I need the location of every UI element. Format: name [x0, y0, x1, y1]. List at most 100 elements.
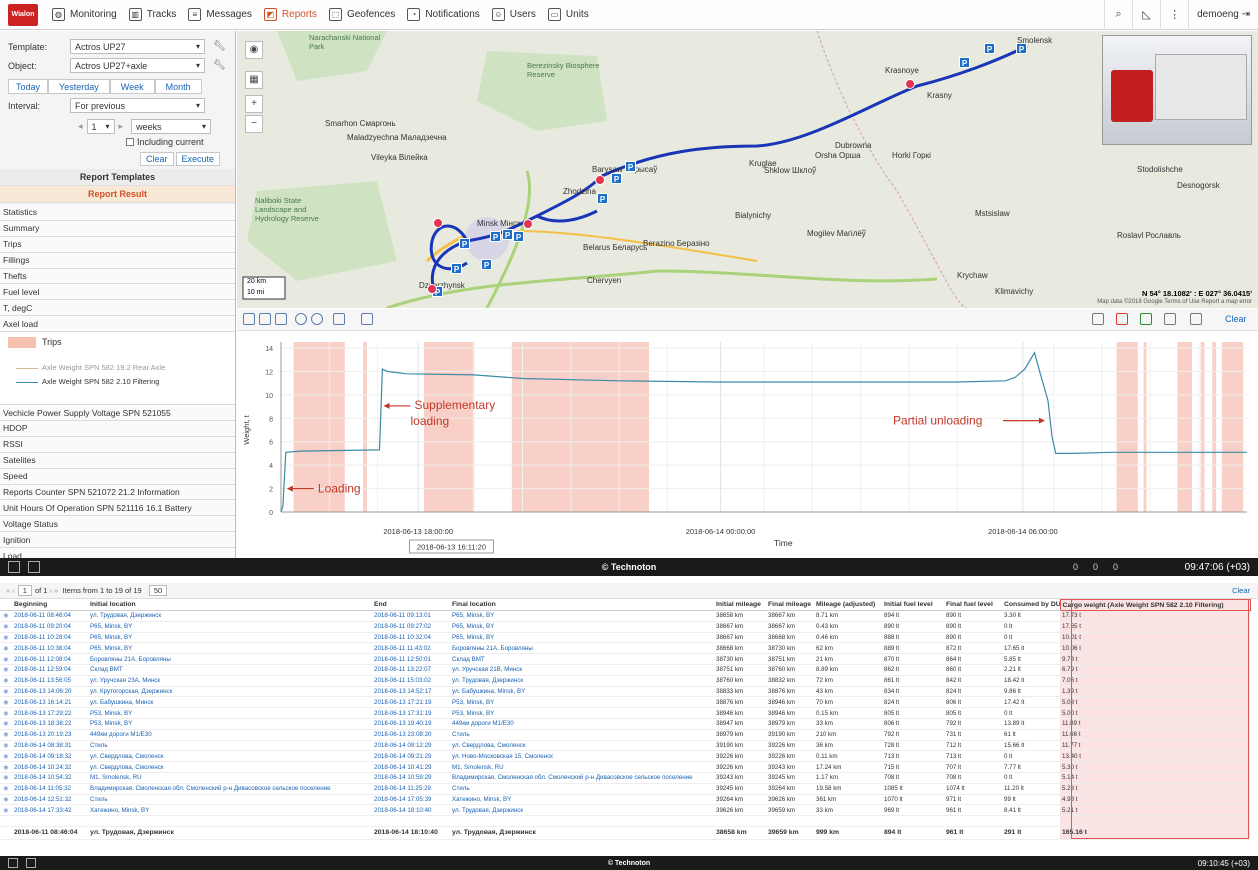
column-header[interactable]: Beginning	[12, 599, 88, 611]
eye-icon[interactable]: ◉	[0, 707, 12, 719]
table-cell[interactable]: P53, Minsk, BY	[88, 707, 372, 719]
table-cell[interactable]: 449км дороги М1/E30	[450, 718, 714, 730]
map-view[interactable]: Narachanski National Park Berezinsky Bios…	[237, 31, 1258, 308]
table-cell[interactable]: P65, Minsk, BY	[450, 621, 714, 633]
result-item[interactable]: Voltage Status	[0, 516, 235, 533]
table-cell[interactable]: ул. Ново-Московская 15, Смоленск	[450, 750, 714, 763]
result-item[interactable]: Reports Counter SPN 521072 21.2 Informat…	[0, 484, 235, 501]
table-cell[interactable]: 2018-06-11 13:22:07	[372, 664, 450, 676]
table-row[interactable]: ◉ 2018-06-11 13:56:05 ул. Уручская 23A, Ми…	[0, 675, 1250, 687]
tab-tracks[interactable]: ▥ Tracks	[123, 0, 183, 30]
chart-settings-icon[interactable]	[361, 313, 373, 325]
unit-select[interactable]: weeks	[131, 119, 212, 134]
result-item[interactable]: Ignition	[0, 532, 235, 549]
zoom-in-button[interactable]: +	[245, 95, 263, 113]
tab-geofences[interactable]: ⬚ Geofences	[323, 0, 401, 30]
table-cell[interactable]: ул. Трудовая, Дзержинск	[450, 804, 714, 817]
tab-reports[interactable]: ◩ Reports	[258, 0, 323, 30]
table-cell[interactable]: 2018-06-11 12:59:04	[12, 664, 88, 676]
table-cell[interactable]: 2018-06-14 10:24:32	[12, 761, 88, 773]
table-cell[interactable]: 2018-06-13 17:21:19	[372, 696, 450, 709]
clear-button[interactable]: Clear	[140, 152, 174, 166]
result-item[interactable]: RSSI	[0, 436, 235, 453]
table-cell[interactable]: Хатежино, Minsk, BY	[88, 804, 372, 817]
week-button[interactable]: Week	[109, 79, 155, 94]
table-cell[interactable]: 2018-06-13 18:38:22	[12, 718, 88, 730]
stop-marker[interactable]	[427, 284, 437, 294]
count-input[interactable]: 1	[86, 119, 115, 134]
pdf-icon[interactable]	[1116, 313, 1128, 325]
chart-icon[interactable]: ◺	[1132, 0, 1160, 30]
table-row[interactable]: ◉ 2018-06-14 08:38:31 Стиль 2018-06-14 09:1…	[0, 740, 1250, 752]
parking-marker[interactable]: P	[490, 231, 501, 242]
wrench-icon[interactable]: 🔧︎	[213, 41, 226, 52]
user-menu[interactable]: demoeng ⇥	[1188, 0, 1258, 30]
table-cell[interactable]: 2018-06-14 08:38:31	[12, 740, 88, 752]
eye-icon[interactable]: ◉	[0, 621, 12, 633]
result-item[interactable]: Summary	[0, 220, 235, 237]
table-cell[interactable]: Владимирская, Смоленская обл. Смоленский…	[88, 783, 372, 795]
eye-icon[interactable]: ◉	[0, 675, 12, 687]
zoom-out-button[interactable]: −	[245, 115, 263, 133]
status-counter[interactable]: 0	[1073, 562, 1078, 572]
eye-icon[interactable]: ◉	[0, 642, 12, 655]
table-cell[interactable]: Хатежино, Minsk, BY	[450, 794, 714, 806]
table-cell[interactable]: ул. Бабушкина, Minsk, BY	[450, 686, 714, 698]
table-row[interactable]: ◉ 2018-06-13 17:29:22 P53, Minsk, BY 2018-0…	[0, 707, 1250, 719]
series1-legend-label[interactable]: Axle Weight SPN 582 19.2 Rear Axle	[42, 363, 165, 372]
result-item[interactable]: Satelites	[0, 452, 235, 469]
result-item[interactable]: Trips	[0, 236, 235, 253]
stop-marker[interactable]	[905, 79, 915, 89]
table-cell[interactable]: 2018-06-11 12:50:01	[372, 653, 450, 665]
page-input[interactable]: 1	[17, 585, 32, 596]
per-page-select[interactable]: 50	[148, 585, 168, 596]
table-cell[interactable]: 2018-06-11 15:03:02	[372, 675, 450, 687]
print-icon[interactable]	[1190, 313, 1202, 325]
table-cell[interactable]: Стиль	[88, 794, 372, 806]
table-cell[interactable]: ул. Свердлова, Смоленск	[450, 740, 714, 752]
today-button[interactable]: Today	[8, 79, 49, 94]
table-cell[interactable]: Склад ВМТ	[88, 664, 372, 676]
table-cell[interactable]: 2018-06-14 18:10:40	[372, 804, 450, 817]
including-current-checkbox[interactable]	[126, 138, 134, 146]
eye-icon[interactable]: ◉	[0, 804, 12, 817]
table-row[interactable]: ◉ 2018-06-14 17:33:42 Хатежино, Minsk, BY 2…	[0, 804, 1250, 817]
result-item[interactable]: T, degC	[0, 300, 235, 317]
report-templates-header[interactable]: Report Templates	[0, 169, 235, 186]
table-cell[interactable]: 2018-06-14 17:33:42	[12, 804, 88, 817]
table-row[interactable]: ◉ 2018-06-14 09:18:32 ул. Свердлова, Смоле…	[0, 750, 1250, 763]
table-cell[interactable]: ул. Свердлова, Смоленск	[88, 761, 372, 773]
parking-marker[interactable]: P	[984, 43, 995, 54]
eye-icon[interactable]: ◉	[0, 664, 12, 676]
parking-marker[interactable]: P	[611, 173, 622, 184]
result-item[interactable]: Thefts	[0, 268, 235, 285]
table-cell[interactable]: 2018-06-11 11:43:02	[372, 642, 450, 655]
table-cell[interactable]: 2018-06-11 13:56:05	[12, 675, 88, 687]
table-cell[interactable]: 2018-06-14 10:54:32	[12, 772, 88, 784]
table-clear-button[interactable]: Clear	[1232, 586, 1250, 595]
table-cell[interactable]: Боровляны 21A, Боровляны	[88, 653, 372, 665]
parking-marker[interactable]: P	[451, 263, 462, 274]
table-cell[interactable]: ул. Крутогорская, Дзержинск	[88, 686, 372, 698]
table-cell[interactable]: 2018-06-13 16:14:21	[12, 696, 88, 709]
table-row[interactable]: ◉ 2018-06-11 08:46:04 ул. Трудовая, Дзержи…	[0, 610, 1250, 622]
table-row[interactable]: ◉ 2018-06-11 09:20:04 P65, Minsk, BY 2018-0…	[0, 621, 1250, 633]
table-cell[interactable]: P65, Minsk, BY	[450, 610, 714, 622]
map-type-icon[interactable]: ▦	[245, 71, 263, 89]
more-icon[interactable]: ⋮	[1160, 0, 1188, 30]
column-header[interactable]: Mileage (adjusted)	[814, 599, 882, 611]
table-cell[interactable]: 2018-06-13 19:40:19	[372, 718, 450, 730]
report-result-header[interactable]: Report Result	[0, 186, 235, 203]
result-item[interactable]: Axel load	[0, 316, 235, 333]
table-cell[interactable]: 2018-06-11 09:20:04	[12, 621, 88, 633]
table-row[interactable]: ◉ 2018-06-13 14:06:20 ул. Крутогорская, Дз…	[0, 686, 1250, 698]
table-cell[interactable]: M1, Smolensk, RU	[88, 772, 372, 784]
weight-chart[interactable]: 0 2 4 6 8 10 12 14 2018-06-13 18:00:00 2018-06-14…	[237, 332, 1258, 557]
increment-icon[interactable]: ▸	[119, 121, 124, 132]
table-cell[interactable]: 2018-06-11 08:46:04	[12, 610, 88, 622]
table-cell[interactable]: P65, Minsk, BY	[88, 632, 372, 644]
export-icon[interactable]	[1164, 313, 1176, 325]
table-row[interactable]: ◉ 2018-06-14 10:54:32 M1, Smolensk, RU 2018…	[0, 772, 1250, 784]
interval-select[interactable]: For previous	[70, 98, 205, 113]
parking-marker[interactable]: P	[625, 161, 636, 172]
